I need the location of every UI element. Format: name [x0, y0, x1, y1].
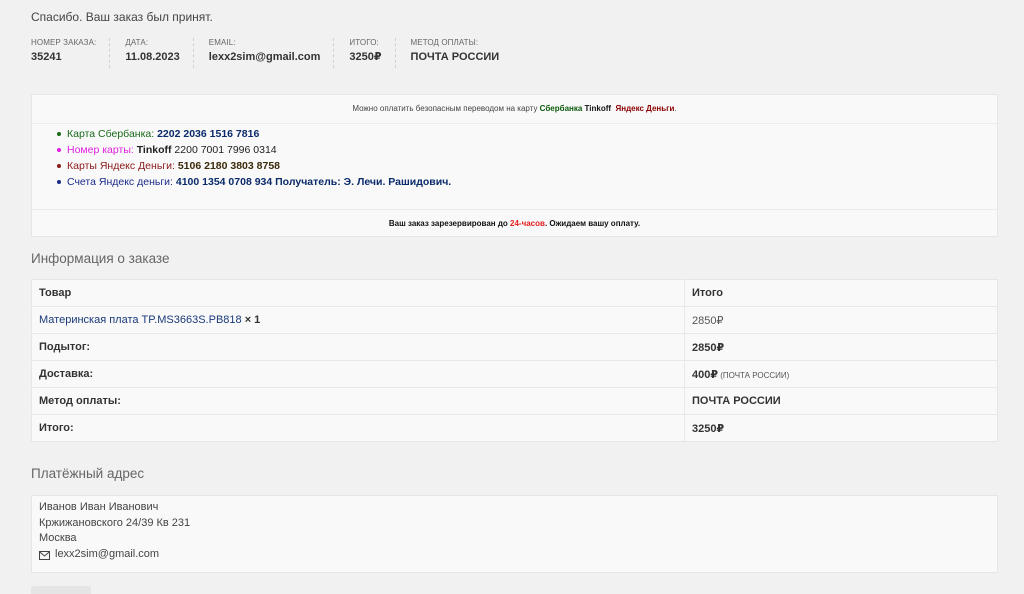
reserve-text-end: . Ожидаем вашу оплату.	[544, 219, 641, 228]
overview-email: Email: lexx2sim@gmail.com	[209, 38, 335, 68]
list-item: Счета Яндекс деньги: 4100 1354 0708 934 …	[57, 174, 451, 190]
product-quantity: × 1	[241, 314, 261, 326]
method-label: Счета Яндекс деньги:	[67, 176, 176, 188]
table-row: Подытог: 2850₽	[31, 333, 998, 361]
bank-sberbank: Сбербанка	[539, 104, 583, 113]
product-link[interactable]: Материнская плата TP.MS3663S.PB818	[39, 314, 242, 326]
column-header-total: Итого	[684, 279, 998, 307]
billing-address-heading: Платёжный адрес	[31, 466, 145, 481]
order-overview: Номер заказа: 35241 Дата: 11.08.2023 Ema…	[31, 38, 527, 68]
overview-value: 35241	[31, 51, 62, 63]
row-value: 2850₽	[684, 333, 998, 361]
row-label: Подытог:	[31, 333, 685, 361]
table-row: Метод оплаты: ПОЧТА РОССИИ	[31, 387, 998, 415]
reservation-notice: Ваш заказ зарезервирован до 24-часов. Ож…	[32, 209, 997, 237]
overview-value: 11.08.2023	[125, 51, 180, 63]
overview-label: Дата:	[125, 38, 149, 47]
payment-methods-list: Карта Сбербанка: 2202 2036 1516 7816 Ном…	[57, 126, 451, 190]
payment-intro-text: Можно оплатить безопасным переводом на к…	[352, 104, 540, 113]
billing-name: Иванов Иван Иванович	[39, 501, 159, 513]
table-row: Материнская плата TP.MS3663S.PB818 × 1 2…	[31, 306, 998, 334]
overview-value: lexx2sim@gmail.com	[208, 51, 321, 63]
method-number: 2200 7001 7996 0314	[171, 144, 277, 156]
billing-email: lexx2sim@gmail.com	[55, 547, 160, 560]
list-item: Номер карты: Tinkoff 2200 7001 7996 0314	[57, 142, 451, 158]
payment-instructions-box: Можно оплатить безопасным переводом на к…	[31, 94, 998, 237]
method-number: 5106 2180 3803 8758	[177, 160, 281, 172]
billing-city: Москва	[39, 532, 77, 544]
list-item: Карты Яндекс Деньги: 5106 2180 3803 8758	[57, 158, 451, 174]
overview-label: Номер заказа:	[31, 38, 97, 47]
column-header-product: Товар	[31, 279, 685, 307]
table-row: Итого: 3250₽	[31, 414, 998, 442]
method-label: Карта Сбербанка:	[67, 128, 158, 140]
order-details-table: Товар Итого Материнская плата TP.MS3663S…	[31, 279, 998, 442]
overview-payment-method: Метод оплаты: ПОЧТА РОССИИ	[411, 38, 513, 68]
payment-intro-end: .	[674, 104, 677, 113]
billing-address-box: Иванов Иван Иванович Кржижановского 24/3…	[31, 495, 998, 573]
row-label: Метод оплаты:	[31, 387, 685, 415]
bank-yandex: Яндекс Деньги	[615, 104, 675, 113]
overview-total: Итого: 3250₽	[349, 38, 396, 68]
method-number: 2202 2036 1516 7816	[157, 128, 260, 140]
order-details-heading: Информация о заказе	[31, 251, 170, 266]
product-price: 2850₽	[684, 306, 998, 334]
payment-intro: Можно оплатить безопасным переводом на к…	[32, 95, 997, 124]
overview-date: Дата: 11.08.2023	[125, 38, 194, 68]
reserve-text: Ваш заказ зарезервирован до	[388, 219, 511, 228]
list-item: Карта Сбербанка: 2202 2036 1516 7816	[57, 126, 451, 142]
row-value: 3250₽	[692, 422, 725, 435]
overview-value: ПОЧТА РОССИИ	[410, 51, 500, 63]
row-label: Доставка:	[31, 360, 685, 388]
table-row: Доставка: 400₽ (ПОЧТА РОССИИ)	[31, 360, 998, 388]
row-label: Итого:	[31, 414, 685, 442]
method-label: Карты Яндекс Деньги:	[67, 160, 178, 172]
method-label: Номер карты:	[67, 144, 137, 156]
reserve-highlight: 24-часов	[510, 219, 545, 228]
row-value: ПОЧТА РОССИИ	[684, 387, 998, 415]
row-value-cell: 400₽ (ПОЧТА РОССИИ)	[684, 360, 998, 388]
overview-label: Email:	[208, 38, 236, 47]
overview-order-number: Номер заказа: 35241	[31, 38, 111, 68]
shipping-method-note: (ПОЧТА РОССИИ)	[718, 370, 790, 380]
envelope-icon	[39, 550, 50, 560]
partial-button[interactable]	[31, 586, 91, 594]
billing-email-line: lexx2sim@gmail.com	[39, 547, 990, 563]
bank-tinkoff: Tinkoff	[584, 104, 612, 113]
overview-label: Итого:	[349, 38, 379, 47]
product-cell: Материнская плата TP.MS3663S.PB818 × 1	[31, 306, 685, 334]
method-number: 4100 1354 0708 934 Получатель: Э. Лечи. …	[175, 176, 452, 188]
method-number-prefix: Tinkoff	[136, 144, 172, 156]
billing-street: Кржижановского 24/39 Кв 231	[39, 516, 191, 529]
overview-label: Метод оплаты:	[410, 38, 479, 47]
thank-you-notice: Спасибо. Ваш заказ был принят.	[31, 10, 213, 24]
row-value: 400₽	[692, 368, 719, 381]
table-header-row: Товар Итого	[31, 279, 998, 307]
overview-value: 3250₽	[349, 51, 382, 63]
